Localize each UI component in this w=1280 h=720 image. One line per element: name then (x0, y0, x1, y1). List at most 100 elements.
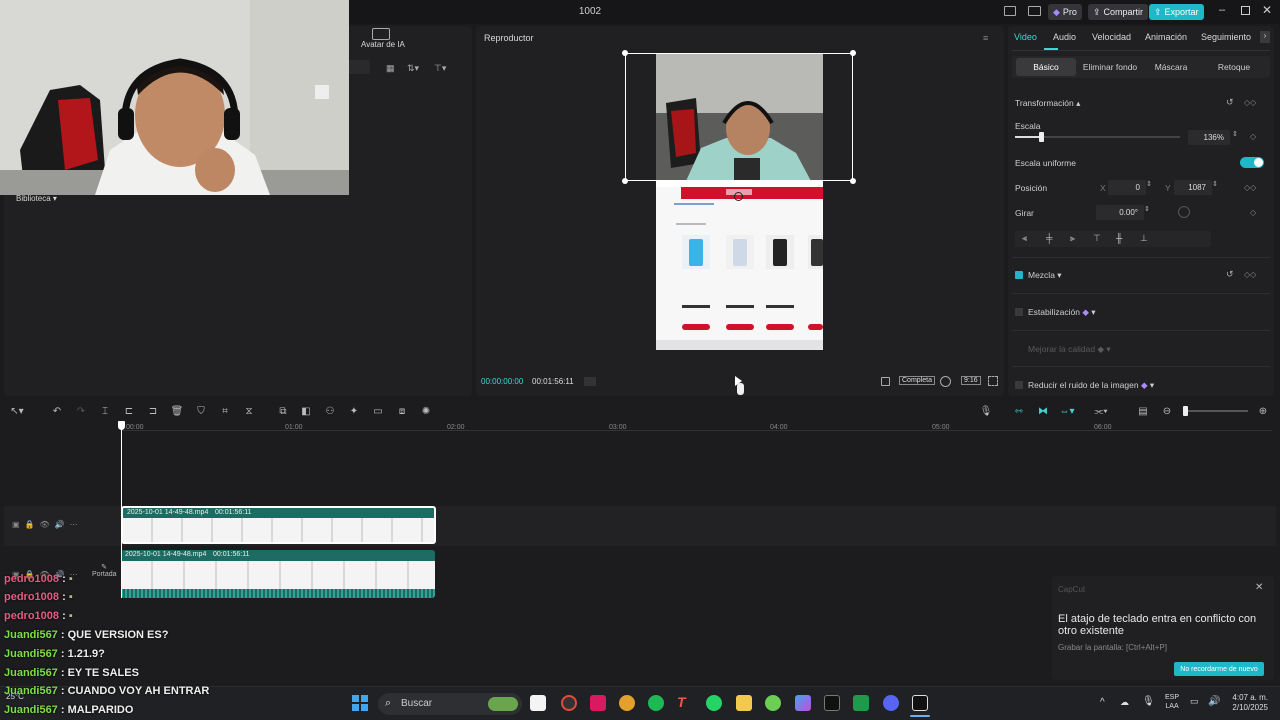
zoom-fit-icon[interactable] (940, 376, 951, 387)
align-center-h-icon[interactable]: ╪ (1046, 233, 1052, 243)
keyframe-rotate-icon[interactable]: ◇ (1250, 208, 1256, 217)
resize-handle-tr[interactable] (850, 50, 856, 56)
app-dark-icon[interactable] (824, 695, 840, 711)
stabilize-checkbox[interactable] (1015, 308, 1023, 316)
align-top-icon[interactable]: ⊤ (1093, 233, 1101, 244)
subtab-remove-bg[interactable]: Eliminar fondo (1078, 58, 1142, 76)
scale-value-input[interactable]: 136% (1188, 130, 1230, 145)
subtab-basic[interactable]: Básico (1016, 58, 1076, 76)
pro-button[interactable]: ◆ Pro (1048, 4, 1082, 20)
auto-snap-icon[interactable]: ⧓ (1036, 404, 1050, 418)
rotate-stepper-icon[interactable]: ⇕ (1144, 205, 1150, 213)
align-right-icon[interactable]: ⫸ (1070, 233, 1075, 244)
undo-icon[interactable]: ↶ (50, 404, 64, 418)
align-center-v-icon[interactable]: ╫ (1116, 233, 1122, 243)
magic-icon[interactable]: ✦ (347, 404, 361, 418)
library-dropdown[interactable]: Biblioteca ▾ (16, 194, 57, 203)
tab-video[interactable]: Video (1014, 32, 1037, 42)
timeline-ruler[interactable] (0, 421, 1280, 435)
crop-icon[interactable]: ⌗ (218, 404, 232, 418)
folder-icon[interactable] (736, 695, 752, 711)
keyframe-transform-icon[interactable]: ◇◇ (1244, 98, 1256, 107)
fit-icon[interactable]: ⧈ (395, 404, 409, 418)
playhead-handle[interactable] (118, 421, 125, 430)
resize-handle-br[interactable] (850, 178, 856, 184)
taskbar-search[interactable]: ⌕ Buscar (378, 693, 522, 715)
ai-avatar-icon[interactable] (372, 28, 390, 40)
language-indicator[interactable]: ESP LAA (1165, 693, 1179, 711)
scale-stepper-icon[interactable]: ⇕ (1232, 130, 1238, 138)
resize-handle-bl[interactable] (622, 178, 628, 184)
ai-tool-icon[interactable]: ✺ (419, 404, 433, 418)
align-left-icon[interactable]: ⫷ (1022, 233, 1027, 244)
ai-avatar-tab[interactable]: Avatar de IA (361, 40, 405, 49)
layout-icon[interactable] (1004, 6, 1016, 16)
tab-speed[interactable]: Velocidad (1092, 32, 1131, 42)
zoom-in-icon[interactable]: ⊕ (1256, 404, 1270, 418)
playhead[interactable] (121, 423, 122, 598)
timecode-icon[interactable] (584, 377, 596, 386)
tiktok-icon[interactable] (590, 695, 606, 711)
split-right-icon[interactable]: ⊐ (146, 404, 160, 418)
keyframe-blend-icon[interactable]: ◇◇ (1244, 270, 1256, 279)
align-bottom-icon[interactable]: ⊥ (1140, 233, 1148, 244)
shortcut-icon[interactable] (1028, 6, 1041, 16)
noise-checkbox[interactable] (1015, 381, 1023, 389)
rotate-handle-icon[interactable] (734, 192, 743, 201)
clock[interactable]: 4:07 a. m. 2/10/2025 (1228, 693, 1268, 713)
split-icon[interactable]: ⌶ (98, 404, 112, 418)
toast-close-icon[interactable]: ✕ (1255, 582, 1263, 593)
aspect-ratio-button[interactable]: 9:16 (961, 376, 981, 385)
rotate-input[interactable]: 0.00° (1096, 205, 1144, 220)
link-icon[interactable]: ⇔▾ (1059, 404, 1074, 418)
position-x-stepper-icon[interactable]: ⇕ (1146, 180, 1152, 188)
sort-icon[interactable]: ⇅▾ (407, 63, 419, 74)
shield-icon[interactable]: ⛉ (194, 404, 208, 418)
whatsapp-icon[interactable] (706, 695, 722, 711)
grid-view-icon[interactable]: ▦ (386, 63, 395, 74)
media-search-input[interactable] (346, 60, 370, 74)
keyframe-position-icon[interactable]: ◇◇ (1244, 183, 1256, 192)
chrome-icon[interactable] (619, 695, 635, 711)
blend-checkbox[interactable] (1015, 271, 1023, 279)
scale-slider-handle[interactable] (1039, 132, 1045, 142)
capcut-icon[interactable] (912, 695, 928, 711)
preview-axis-icon[interactable]: ⫘▾ (1094, 404, 1108, 418)
track1-controls[interactable]: ▣🔒👁🔊⋯ (12, 520, 83, 529)
volume-icon[interactable]: 🔊 (1208, 696, 1220, 707)
tab-audio[interactable]: Audio (1053, 32, 1076, 42)
overlay-clip[interactable]: 2025-10-01 14-49-48.mp4 00:01:56:11 (121, 506, 436, 544)
person-icon[interactable]: ⚇ (323, 404, 337, 418)
network-tray-icon[interactable]: ▭ (1190, 696, 1199, 707)
start-icon[interactable] (352, 695, 368, 711)
tabs-next-icon[interactable]: › (1260, 31, 1270, 43)
uniform-scale-toggle[interactable] (1240, 157, 1264, 168)
app-green-icon[interactable] (765, 695, 781, 711)
text-app-icon[interactable]: T (677, 694, 686, 710)
subtab-retouch[interactable]: Retoque (1202, 58, 1266, 76)
app-gradient-icon[interactable] (795, 695, 811, 711)
app-icon[interactable] (561, 695, 577, 711)
spotify-icon[interactable] (648, 695, 664, 711)
xbox-icon[interactable] (853, 695, 869, 711)
delete-icon[interactable]: 🗑 (170, 404, 184, 418)
export-button[interactable]: ⇪ Exportar (1149, 4, 1204, 20)
minimize-icon[interactable]: – (1219, 4, 1225, 16)
reset-blend-icon[interactable]: ↺ (1226, 269, 1234, 280)
caption-icon[interactable]: ▭ (371, 404, 385, 418)
taskview-icon[interactable] (530, 695, 546, 711)
zoom-slider-track[interactable] (1186, 410, 1248, 412)
tray-chevron-icon[interactable]: ^ (1100, 697, 1105, 708)
stabilize-header[interactable]: Estabilización ◆ ▾ (1028, 307, 1096, 318)
close-icon[interactable]: ✕ (1262, 3, 1272, 17)
zoom-slider-handle[interactable] (1183, 406, 1188, 416)
selection-box[interactable] (625, 53, 853, 181)
dont-remind-button[interactable]: No recordarme de nuevo (1174, 662, 1264, 676)
filter-icon[interactable]: ⊤▾ (434, 63, 446, 74)
complete-quality-button[interactable]: Completa (899, 376, 935, 385)
fullscreen-icon[interactable] (988, 376, 998, 386)
share-button[interactable]: ⇪ Compartir (1088, 4, 1149, 20)
discord-icon[interactable] (883, 695, 899, 711)
sync-icon[interactable] (881, 377, 890, 386)
menu-icon[interactable]: ≡ (983, 33, 988, 43)
